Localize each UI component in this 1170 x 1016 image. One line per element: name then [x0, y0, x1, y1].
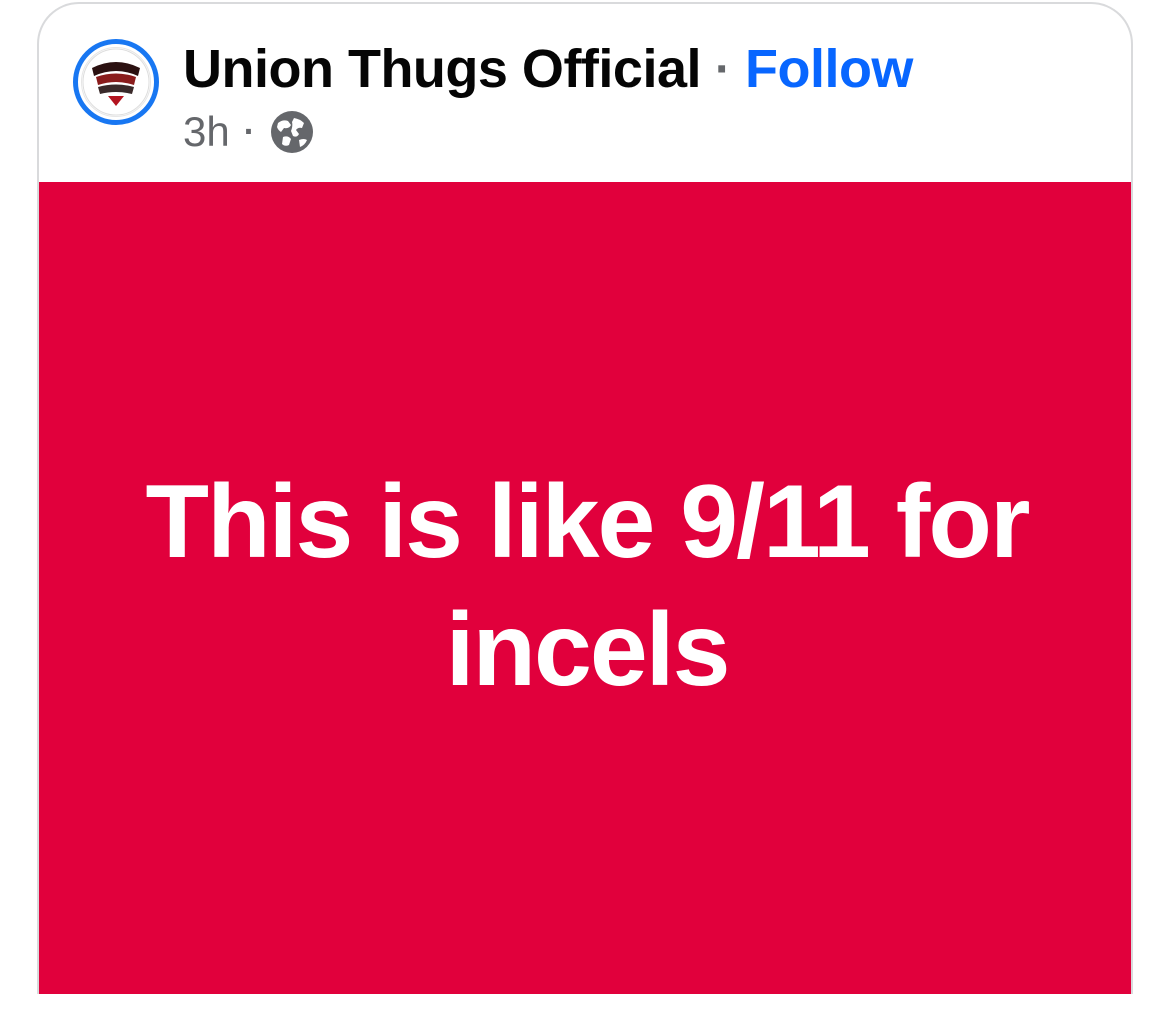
page-avatar[interactable]: [73, 39, 159, 125]
post-text-background: This is like 9/11 for incels: [39, 182, 1131, 994]
post-card: Union Thugs Official · Follow 3h · This …: [37, 2, 1133, 994]
title-separator: ·: [714, 42, 731, 96]
page-logo: [81, 47, 151, 117]
logo-graphic: [82, 48, 150, 116]
post-text: This is like 9/11 for incels: [145, 464, 1031, 708]
post-title-row: Union Thugs Official · Follow: [183, 34, 913, 104]
page-name-link[interactable]: Union Thugs Official: [183, 38, 701, 100]
post-meta-row: 3h ·: [183, 104, 315, 160]
globe-icon[interactable]: [269, 109, 315, 155]
post-header: Union Thugs Official · Follow 3h ·: [39, 4, 1131, 182]
meta-separator: ·: [243, 112, 256, 151]
follow-button[interactable]: Follow: [745, 38, 913, 100]
post-timestamp[interactable]: 3h: [183, 108, 230, 156]
